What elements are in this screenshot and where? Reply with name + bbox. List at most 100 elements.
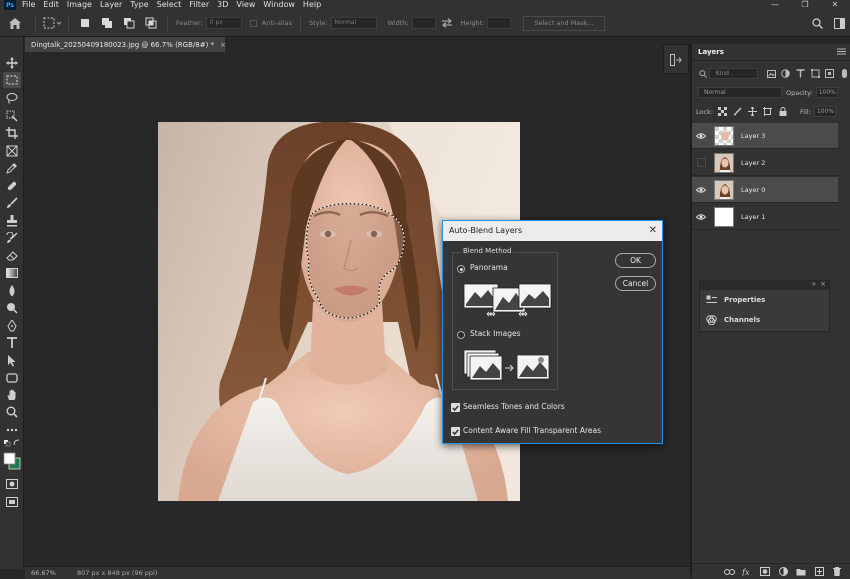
layer-row-layer-1[interactable]: Layer 1	[692, 204, 838, 230]
restore-button[interactable]: ❐	[790, 0, 820, 10]
lock-transparent-icon[interactable]	[717, 106, 728, 117]
dialog-close-icon[interactable]: ✕	[649, 221, 657, 241]
layer-row-layer-0[interactable]: Layer 0	[692, 177, 838, 203]
seamless-tones-label[interactable]: Seamless Tones and Colors	[463, 402, 565, 411]
layer-row-layer-3[interactable]: Layer 3	[692, 123, 838, 149]
quick-mask-icon[interactable]	[3, 476, 21, 492]
close-panel-icon[interactable]: ×	[820, 280, 826, 288]
eraser-tool-icon[interactable]	[3, 248, 21, 264]
visibility-eye-icon[interactable]	[692, 177, 710, 203]
blend-mode-select[interactable]: Normal	[698, 87, 782, 98]
content-aware-fill-checkbox[interactable]	[451, 427, 460, 436]
content-aware-fill-label[interactable]: Content Aware Fill Transparent Areas	[463, 426, 601, 435]
menu-view[interactable]: View	[236, 0, 255, 10]
blur-tool-icon[interactable]	[3, 283, 21, 299]
menu-select[interactable]: Select	[157, 0, 182, 10]
home-icon[interactable]	[0, 10, 30, 37]
intersect-selection-icon[interactable]	[140, 15, 162, 31]
menu-filter[interactable]: Filter	[189, 0, 209, 10]
frame-tool-icon[interactable]	[3, 143, 21, 159]
rectangular-marquee-tool-icon[interactable]	[3, 72, 21, 88]
ok-button[interactable]: OK	[615, 253, 656, 268]
crop-tool-icon[interactable]	[3, 125, 21, 141]
menu-type[interactable]: Type	[130, 0, 148, 10]
add-mask-icon[interactable]	[756, 565, 774, 579]
lasso-tool-icon[interactable]	[3, 90, 21, 106]
layer-name[interactable]: Layer 2	[741, 159, 765, 167]
layer-name[interactable]: Layer 3	[741, 132, 765, 140]
collapse-panel-icon[interactable]: »	[812, 280, 816, 288]
more-tools-icon[interactable]	[3, 422, 21, 438]
shape-filter-icon[interactable]	[810, 68, 821, 79]
document-tab[interactable]: Dingtalk_20250409180023.jpg @ 66.7% (RGB…	[25, 37, 226, 52]
lock-all-icon[interactable]	[777, 106, 788, 117]
style-select[interactable]: Normal	[330, 17, 377, 29]
new-layer-icon[interactable]	[810, 565, 828, 579]
panorama-label[interactable]: Panorama	[470, 263, 508, 272]
close-tab-icon[interactable]: ×	[220, 41, 226, 49]
menu-image[interactable]: Image	[67, 0, 92, 10]
type-filter-icon[interactable]	[795, 68, 806, 79]
minimize-button[interactable]: —	[760, 0, 790, 10]
menu-file[interactable]: File	[22, 0, 35, 10]
lock-position-icon[interactable]	[747, 106, 758, 117]
new-group-icon[interactable]	[792, 565, 810, 579]
dialog-title-bar[interactable]: Auto-Blend Layers ✕	[443, 221, 662, 241]
menu-window[interactable]: Window	[263, 0, 295, 10]
menu-layer[interactable]: Layer	[100, 0, 122, 10]
healing-brush-tool-icon[interactable]	[3, 178, 21, 194]
menu-3d[interactable]: 3D	[217, 0, 228, 10]
swap-colors-icon[interactable]	[3, 438, 21, 448]
layer-name[interactable]: Layer 0	[741, 186, 765, 194]
rectangle-tool-icon[interactable]	[3, 370, 21, 386]
channels-panel-button[interactable]: Channels	[700, 310, 829, 330]
zoom-tool-icon[interactable]	[3, 404, 21, 420]
adjustment-layer-icon[interactable]	[774, 565, 792, 579]
filter-search-icon[interactable]	[698, 68, 709, 79]
antialias-checkbox[interactable]	[249, 19, 257, 27]
delete-layer-icon[interactable]	[828, 565, 846, 579]
select-and-mask-button[interactable]: Select and Mask...	[523, 15, 605, 31]
kind-filter-select[interactable]: Kind	[708, 68, 758, 79]
subtract-from-selection-icon[interactable]	[118, 15, 140, 31]
eyedropper-tool-icon[interactable]	[3, 160, 21, 176]
history-brush-tool-icon[interactable]	[3, 230, 21, 246]
menu-edit[interactable]: Edit	[43, 0, 59, 10]
stack-images-label[interactable]: Stack Images	[470, 329, 521, 338]
object-selection-tool-icon[interactable]	[3, 108, 21, 124]
seamless-tones-checkbox[interactable]	[451, 403, 460, 412]
screen-mode-icon[interactable]	[3, 494, 21, 510]
panel-menu-icon[interactable]	[837, 48, 846, 57]
marquee-preset-icon[interactable]	[41, 15, 63, 31]
move-tool-icon[interactable]	[3, 55, 21, 71]
lock-artboard-icon[interactable]	[762, 106, 773, 117]
menu-help[interactable]: Help	[303, 0, 321, 10]
opacity-input[interactable]: 100%	[815, 87, 838, 98]
clone-stamp-tool-icon[interactable]	[3, 213, 21, 229]
search-icon[interactable]	[806, 10, 828, 37]
height-input[interactable]	[487, 17, 512, 29]
adjustment-filter-icon[interactable]	[780, 68, 791, 79]
layer-name[interactable]: Layer 1	[741, 213, 765, 221]
gradient-tool-icon[interactable]	[3, 265, 21, 281]
layer-style-icon[interactable]: fx	[738, 565, 756, 579]
pixel-filter-icon[interactable]	[766, 68, 777, 79]
visibility-eye-icon[interactable]	[692, 204, 710, 230]
brush-tool-icon[interactable]	[3, 195, 21, 211]
feather-input[interactable]: 0 px	[205, 17, 242, 29]
width-input[interactable]	[411, 17, 436, 29]
layers-tab[interactable]: Layers	[692, 44, 730, 60]
dodge-tool-icon[interactable]	[3, 300, 21, 316]
fill-input[interactable]: 100%	[813, 106, 836, 117]
panorama-radio[interactable]	[457, 265, 465, 273]
cancel-button[interactable]: Cancel	[615, 276, 656, 291]
visibility-eye-icon[interactable]	[692, 123, 710, 149]
type-tool-icon[interactable]	[3, 335, 21, 351]
color-swatches[interactable]	[3, 450, 21, 472]
workspace-icon[interactable]	[828, 10, 850, 37]
new-selection-icon[interactable]	[74, 15, 96, 31]
add-to-selection-icon[interactable]	[96, 15, 118, 31]
path-selection-tool-icon[interactable]	[3, 353, 21, 369]
filter-toggle-icon[interactable]	[839, 68, 850, 79]
lock-pixels-icon[interactable]	[732, 106, 743, 117]
